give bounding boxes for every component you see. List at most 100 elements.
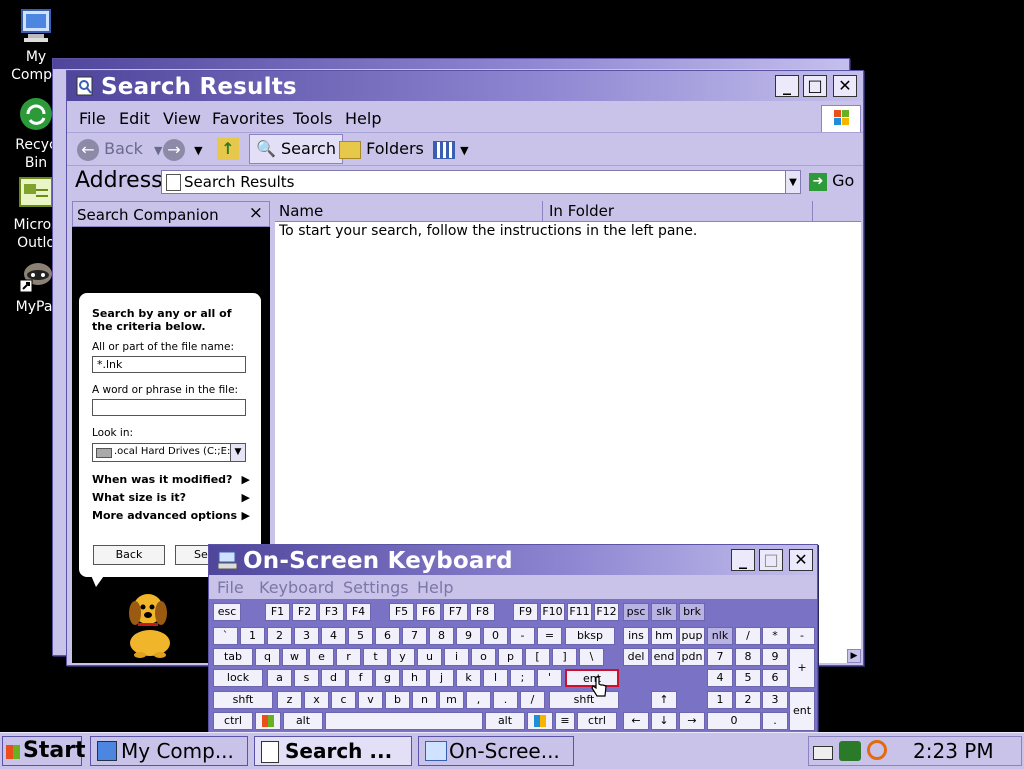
key-ins[interactable]: ins [623, 627, 649, 645]
search-dog-icon[interactable] [118, 587, 182, 659]
up-folder-button[interactable]: ↑ [217, 136, 239, 162]
key-r2-8[interactable]: 8 [429, 627, 454, 645]
key-num-2[interactable]: 2 [735, 691, 761, 709]
key-r2-3[interactable]: 3 [294, 627, 319, 645]
key-brk[interactable]: brk [679, 603, 705, 621]
key-right-ctrl[interactable]: ctrl [577, 712, 617, 730]
key-r4-5[interactable]: g [375, 669, 400, 687]
key-F5[interactable]: F5 [389, 603, 414, 621]
key-r3-11[interactable]: [ [525, 648, 550, 666]
option-when-modified[interactable]: When was it modified? ▶ [92, 473, 250, 486]
key-r2-2[interactable]: 2 [267, 627, 292, 645]
key-r4-7[interactable]: j [429, 669, 454, 687]
option-advanced[interactable]: More advanced options ▶ [92, 509, 250, 522]
key-num-5[interactable]: 5 [735, 669, 761, 687]
key-right-alt[interactable]: alt [485, 712, 525, 730]
close-button[interactable]: ✕ [833, 75, 857, 97]
menu-view[interactable]: View [163, 109, 201, 128]
key-r3-2[interactable]: w [282, 648, 307, 666]
key-right-windows[interactable] [527, 712, 553, 730]
key-r4-6[interactable]: h [402, 669, 427, 687]
key-r5-3[interactable]: c [331, 691, 356, 709]
key-r5-9[interactable]: . [493, 691, 518, 709]
key-r5-5[interactable]: b [385, 691, 410, 709]
address-input[interactable]: Search Results [161, 170, 789, 194]
osk-menu-file[interactable]: File [217, 578, 244, 597]
key-F11[interactable]: F11 [567, 603, 592, 621]
key-F3[interactable]: F3 [319, 603, 344, 621]
lookin-select[interactable]: .ocal Hard Drives (C:;E:) ▼ [92, 443, 246, 462]
key-num-8[interactable]: 8 [735, 648, 761, 666]
key-r5-6[interactable]: n [412, 691, 437, 709]
key-r4-11[interactable]: ' [537, 669, 562, 687]
key-hm[interactable]: hm [651, 627, 677, 645]
osk-titlebar[interactable]: On-Screen Keyboard _ □ ✕ [209, 545, 817, 575]
key-r5-4[interactable]: v [358, 691, 383, 709]
tray-network-icon[interactable] [839, 741, 861, 761]
key-r3-12[interactable]: ] [552, 648, 577, 666]
maximize-button[interactable]: □ [803, 75, 827, 97]
key-r3-5[interactable]: t [363, 648, 388, 666]
key-num-3[interactable]: 3 [762, 691, 788, 709]
key-r2-1[interactable]: 1 [240, 627, 265, 645]
key-left-shift[interactable]: shft [213, 691, 273, 709]
key-r3-6[interactable]: y [390, 648, 415, 666]
key-r2-6[interactable]: 6 [375, 627, 400, 645]
key-num-dot[interactable]: . [762, 712, 788, 730]
osk-window[interactable]: On-Screen Keyboard _ □ ✕ File Keyboard S… [208, 544, 818, 736]
key-arrow-right[interactable]: → [679, 712, 705, 730]
phrase-input[interactable] [92, 399, 246, 416]
key-num-star[interactable]: * [762, 627, 788, 645]
key-r3-4[interactable]: r [336, 648, 361, 666]
key-num-4[interactable]: 4 [707, 669, 733, 687]
key-num-7[interactable]: 7 [707, 648, 733, 666]
key-arrow-down[interactable]: ↓ [651, 712, 677, 730]
companion-back-button[interactable]: Back [93, 545, 165, 565]
key-F9[interactable]: F9 [513, 603, 538, 621]
key-r2-9[interactable]: 9 [456, 627, 481, 645]
column-header-name[interactable]: Name [275, 201, 543, 221]
key-r4-4[interactable]: f [348, 669, 373, 687]
key-num-plus[interactable]: + [789, 648, 815, 688]
key-left-ctrl[interactable]: ctrl [213, 712, 253, 730]
key-F12[interactable]: F12 [594, 603, 619, 621]
minimize-button[interactable]: _ [775, 75, 799, 97]
option-size[interactable]: What size is it? ▶ [92, 491, 250, 504]
key-right-shift[interactable]: shft [549, 691, 619, 709]
key-F1[interactable]: F1 [265, 603, 290, 621]
key-r5-8[interactable]: , [466, 691, 491, 709]
key-r5-2[interactable]: x [304, 691, 329, 709]
key-F6[interactable]: F6 [416, 603, 441, 621]
filename-input[interactable]: *.lnk [92, 356, 246, 373]
folders-button[interactable]: Folders [339, 136, 424, 162]
key-r2-4[interactable]: 4 [321, 627, 346, 645]
forward-button[interactable]: → ▼ [163, 136, 203, 162]
key-F7[interactable]: F7 [443, 603, 468, 621]
key-r5-10[interactable]: / [520, 691, 545, 709]
key-r2-7[interactable]: 7 [402, 627, 427, 645]
start-button[interactable]: Start [2, 736, 86, 766]
key-r3-3[interactable]: e [309, 648, 334, 666]
key-r4-2[interactable]: s [294, 669, 319, 687]
osk-maximize-button[interactable]: □ [759, 549, 783, 571]
tray-keyboard-icon[interactable] [813, 746, 833, 760]
key-r3-9[interactable]: o [471, 648, 496, 666]
key-num-9[interactable]: 9 [762, 648, 788, 666]
key-num-0[interactable]: 0 [707, 712, 761, 730]
key-r3-8[interactable]: i [444, 648, 469, 666]
close-icon[interactable]: × [249, 203, 263, 223]
back-button[interactable]: ← Back ▼ [77, 136, 163, 162]
chevron-down-icon[interactable]: ▼ [230, 444, 245, 461]
key-r2-5[interactable]: 5 [348, 627, 373, 645]
key-r4-1[interactable]: a [267, 669, 292, 687]
key-r2-0[interactable]: ` [213, 627, 238, 645]
key-r2-10[interactable]: 0 [483, 627, 508, 645]
key-num-enter[interactable]: ent [789, 691, 815, 731]
key-spacebar[interactable] [325, 712, 483, 730]
menu-help[interactable]: Help [345, 109, 381, 128]
key-pdn[interactable]: pdn [679, 648, 705, 666]
search-button[interactable]: 🔍 Search [249, 134, 343, 164]
key-F2[interactable]: F2 [292, 603, 317, 621]
background-window-titlebar[interactable] [53, 59, 849, 69]
key-r4-10[interactable]: ; [510, 669, 535, 687]
